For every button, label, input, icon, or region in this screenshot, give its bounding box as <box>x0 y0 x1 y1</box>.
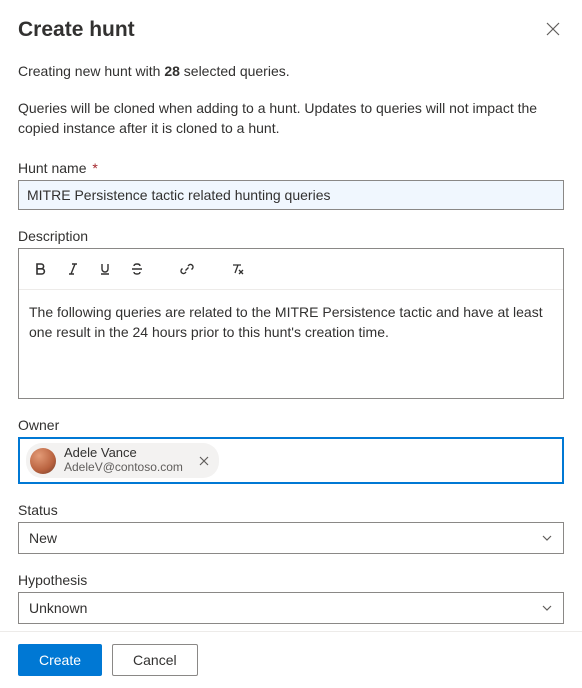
chevron-down-icon <box>541 602 553 614</box>
owner-remove-button[interactable] <box>197 454 211 468</box>
selected-query-count: 28 <box>164 63 180 79</box>
hunt-name-label-text: Hunt name <box>18 160 86 176</box>
avatar <box>30 448 56 474</box>
intro-prefix: Creating new hunt with <box>18 63 164 79</box>
underline-button[interactable] <box>91 255 119 283</box>
status-select[interactable]: New <box>18 522 564 554</box>
hunt-name-input[interactable] <box>18 180 564 210</box>
description-label: Description <box>18 228 564 244</box>
intro-suffix: selected queries. <box>180 63 290 79</box>
rte-toolbar <box>19 249 563 290</box>
owner-chip: Adele Vance AdeleV@contoso.com <box>26 443 219 478</box>
hypothesis-select[interactable]: Unknown <box>18 592 564 624</box>
hypothesis-label: Hypothesis <box>18 572 564 588</box>
link-button[interactable] <box>173 255 201 283</box>
close-button[interactable] <box>542 18 564 40</box>
close-icon <box>199 456 209 466</box>
cancel-button[interactable]: Cancel <box>112 644 198 676</box>
status-value: New <box>29 530 57 546</box>
page-title: Create hunt <box>18 18 135 42</box>
owner-name: Adele Vance <box>64 446 183 461</box>
owner-label: Owner <box>18 417 564 433</box>
footer-actions: Create Cancel <box>0 631 582 688</box>
intro-text: Creating new hunt with 28 selected queri… <box>18 62 564 82</box>
description-textarea[interactable]: The following queries are related to the… <box>19 290 563 398</box>
required-marker: * <box>92 160 97 176</box>
hunt-name-label: Hunt name * <box>18 160 564 176</box>
bold-icon <box>34 262 48 276</box>
status-label: Status <box>18 502 564 518</box>
clone-note: Queries will be cloned when adding to a … <box>18 98 564 139</box>
italic-button[interactable] <box>59 255 87 283</box>
owner-input[interactable]: Adele Vance AdeleV@contoso.com <box>18 437 564 484</box>
create-button[interactable]: Create <box>18 644 102 676</box>
underline-icon <box>98 262 112 276</box>
strikethrough-button[interactable] <box>123 255 151 283</box>
clear-format-icon <box>230 262 244 276</box>
bold-button[interactable] <box>27 255 55 283</box>
hypothesis-value: Unknown <box>29 600 87 616</box>
clear-format-button[interactable] <box>223 255 251 283</box>
link-icon <box>180 262 194 276</box>
owner-email: AdeleV@contoso.com <box>64 461 183 475</box>
close-icon <box>546 22 560 36</box>
strikethrough-icon <box>130 262 144 276</box>
italic-icon <box>66 262 80 276</box>
description-editor: The following queries are related to the… <box>18 248 564 399</box>
chevron-down-icon <box>541 532 553 544</box>
